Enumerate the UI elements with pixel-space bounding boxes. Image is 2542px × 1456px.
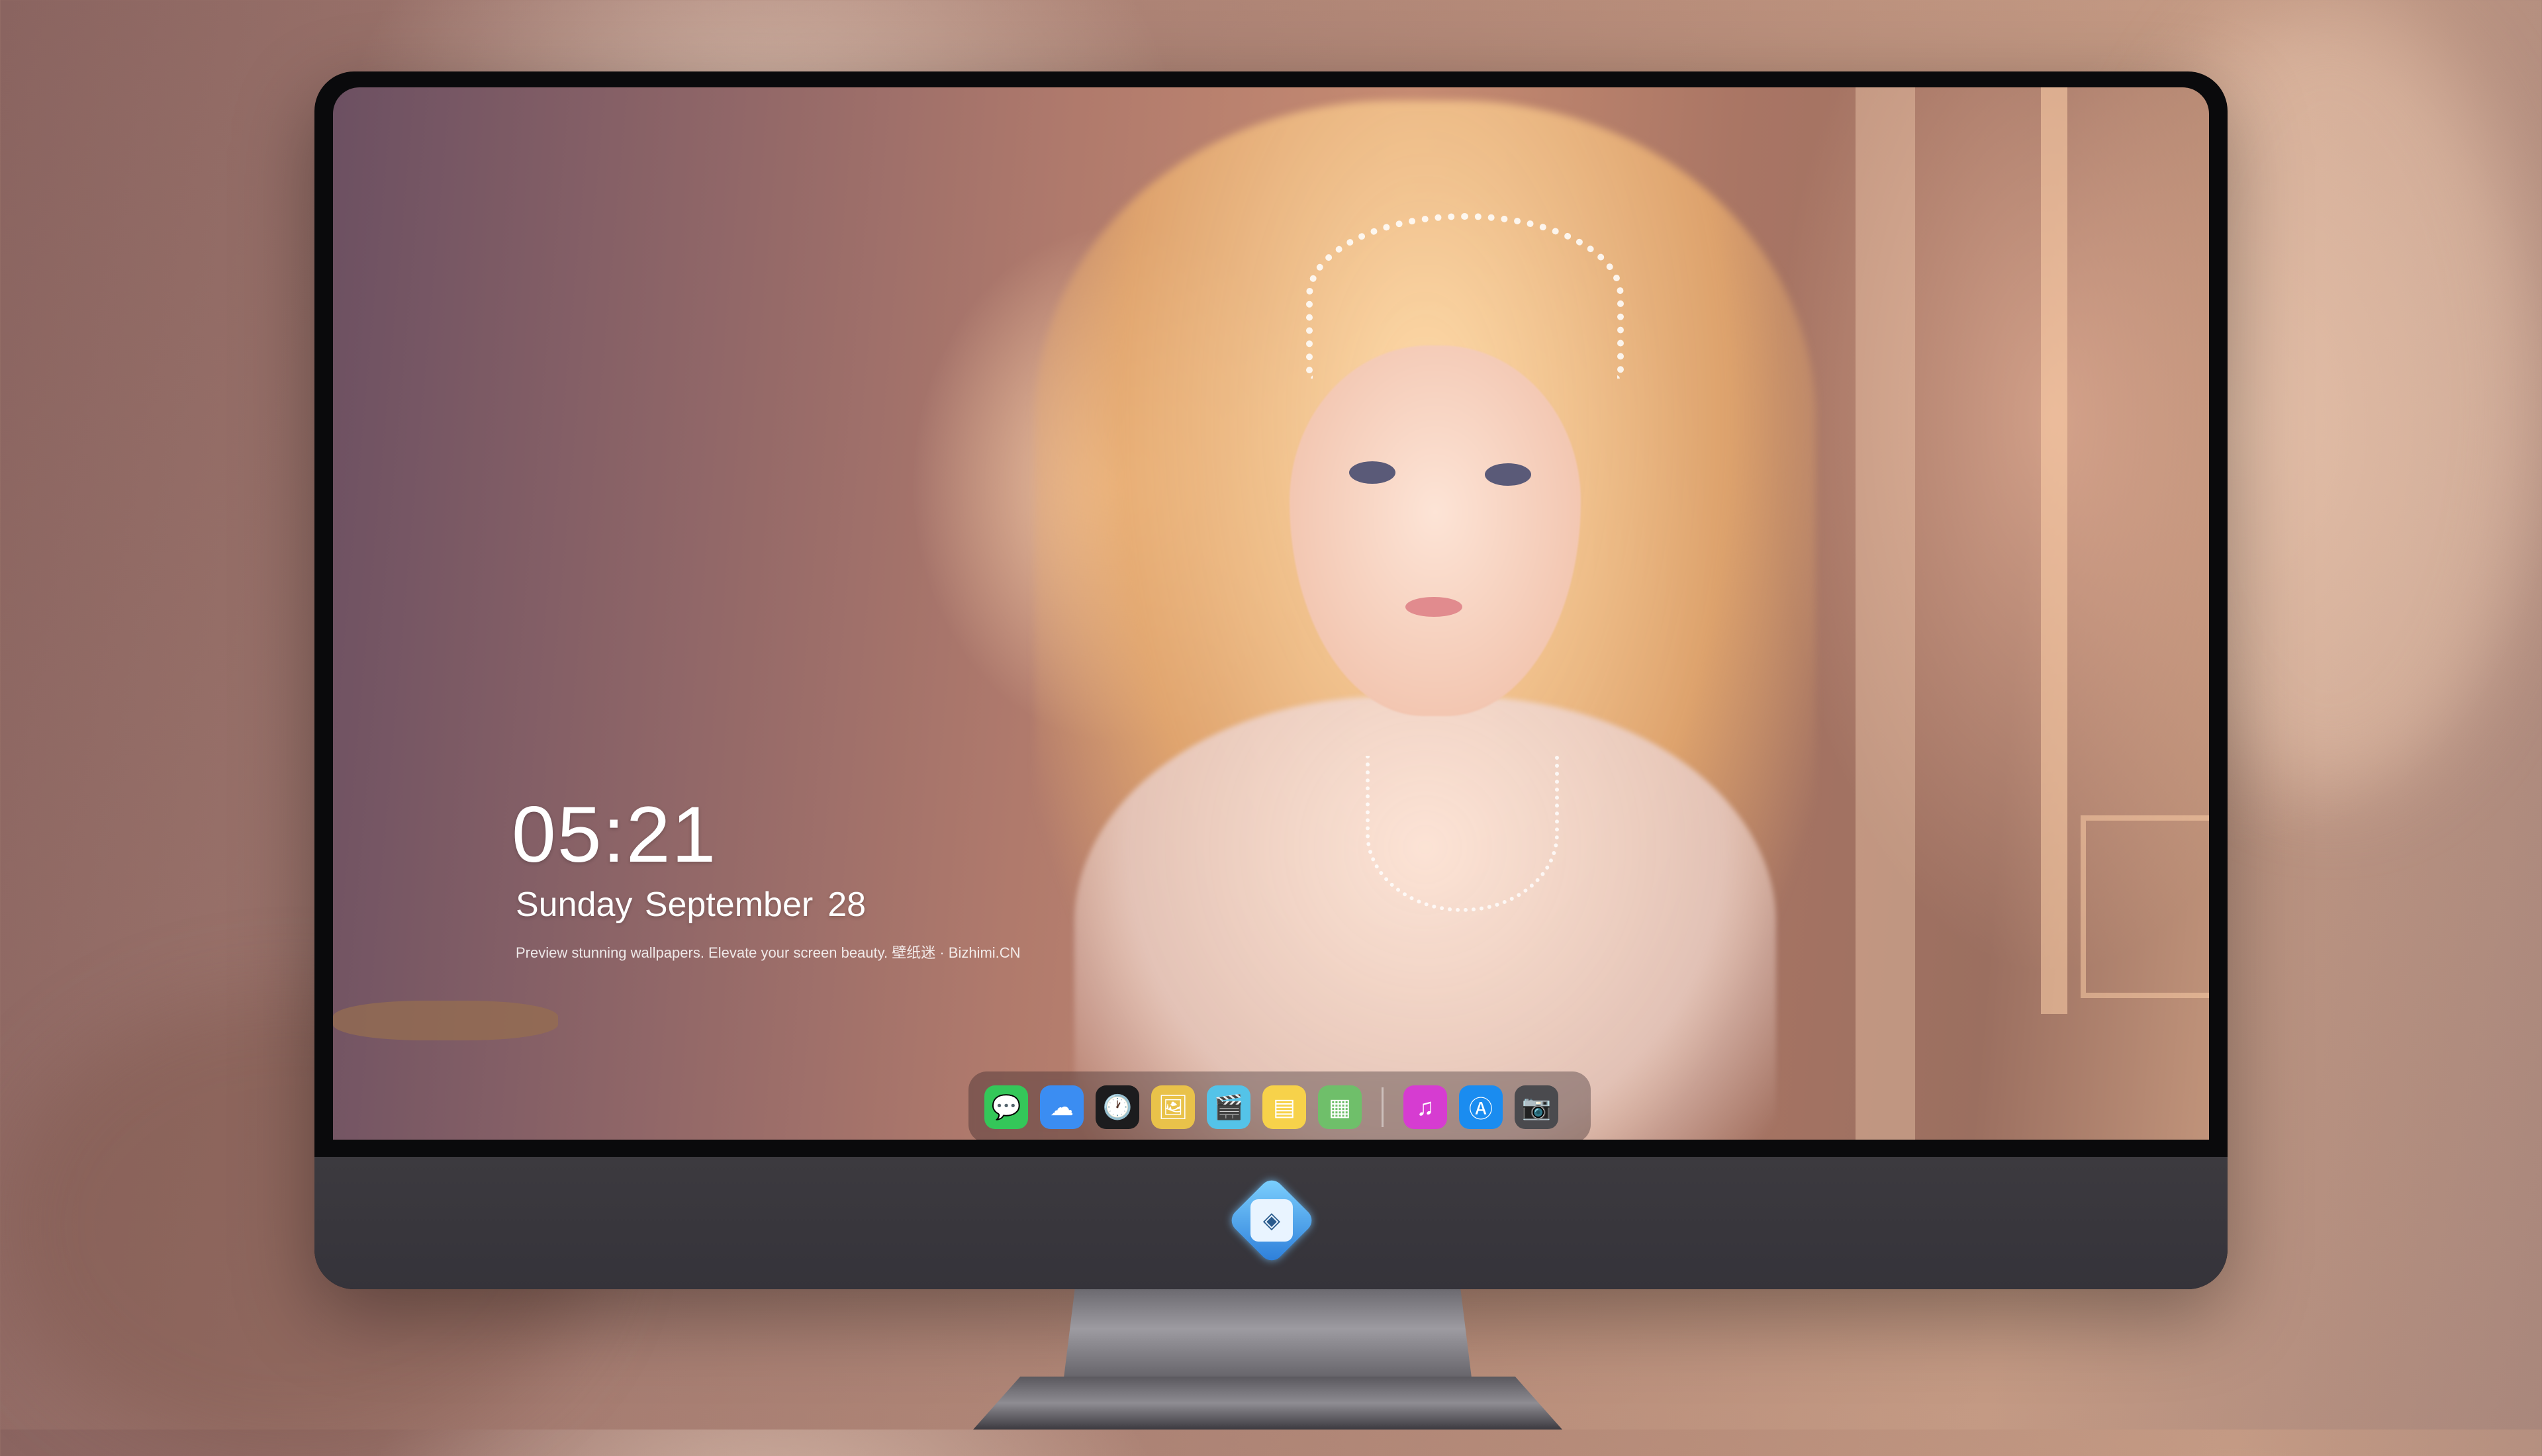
wallpaper-eye	[1349, 461, 1395, 484]
app-store-icon[interactable]: Ⓐ	[1459, 1085, 1503, 1129]
window-frame	[2081, 815, 2209, 998]
itunes-icon[interactable]: ♫	[1403, 1085, 1447, 1129]
photo-booth-icon[interactable]: ▦	[1318, 1085, 1362, 1129]
lock-day: 28	[827, 886, 867, 924]
wallpaper-necklace	[1366, 756, 1559, 912]
dock-separator	[1382, 1087, 1384, 1127]
notes-icon[interactable]: ▤	[1262, 1085, 1306, 1129]
lock-clock: 05:21	[512, 790, 718, 879]
monitor: 05:21 Sunday September 28 Preview stunnin…	[314, 71, 2228, 1289]
brand-logo-icon: ◈	[1227, 1175, 1317, 1265]
preview-icon[interactable]: 🖼	[1151, 1085, 1195, 1129]
lock-weekday: Sunday	[516, 886, 633, 924]
wallpaper-eye	[1485, 463, 1531, 486]
monitor-stand-neck	[1062, 1289, 1473, 1388]
dock: 💬 ☁ 🕐 🖼 🎬 ▤ ▦ ♫ Ⓐ 📷	[968, 1071, 1591, 1140]
messages-icon[interactable]: 💬	[984, 1085, 1028, 1129]
lock-month: September	[644, 886, 814, 924]
camera-icon[interactable]: 📷	[1515, 1085, 1558, 1129]
monitor-chin: ◈	[314, 1157, 2228, 1289]
lock-screen: 05:21 Sunday September 28 Preview stunnin…	[333, 87, 2209, 1140]
weather-icon[interactable]: ☁	[1040, 1085, 1084, 1129]
wallpaper-lips	[1405, 597, 1462, 617]
table	[333, 1001, 558, 1040]
brand-logo-glyph: ◈	[1250, 1199, 1293, 1242]
clock-icon[interactable]: 🕐	[1096, 1085, 1139, 1129]
lock-tagline: Preview stunning wallpapers. Elevate you…	[516, 944, 1021, 961]
clips-icon[interactable]: 🎬	[1207, 1085, 1250, 1129]
lock-date: Sunday September 28	[516, 885, 866, 925]
wallpaper-tiara	[1306, 213, 1624, 379]
door-frame	[1856, 87, 1915, 1140]
monitor-stand-base	[973, 1377, 1562, 1430]
window-frame	[2041, 87, 2067, 1014]
